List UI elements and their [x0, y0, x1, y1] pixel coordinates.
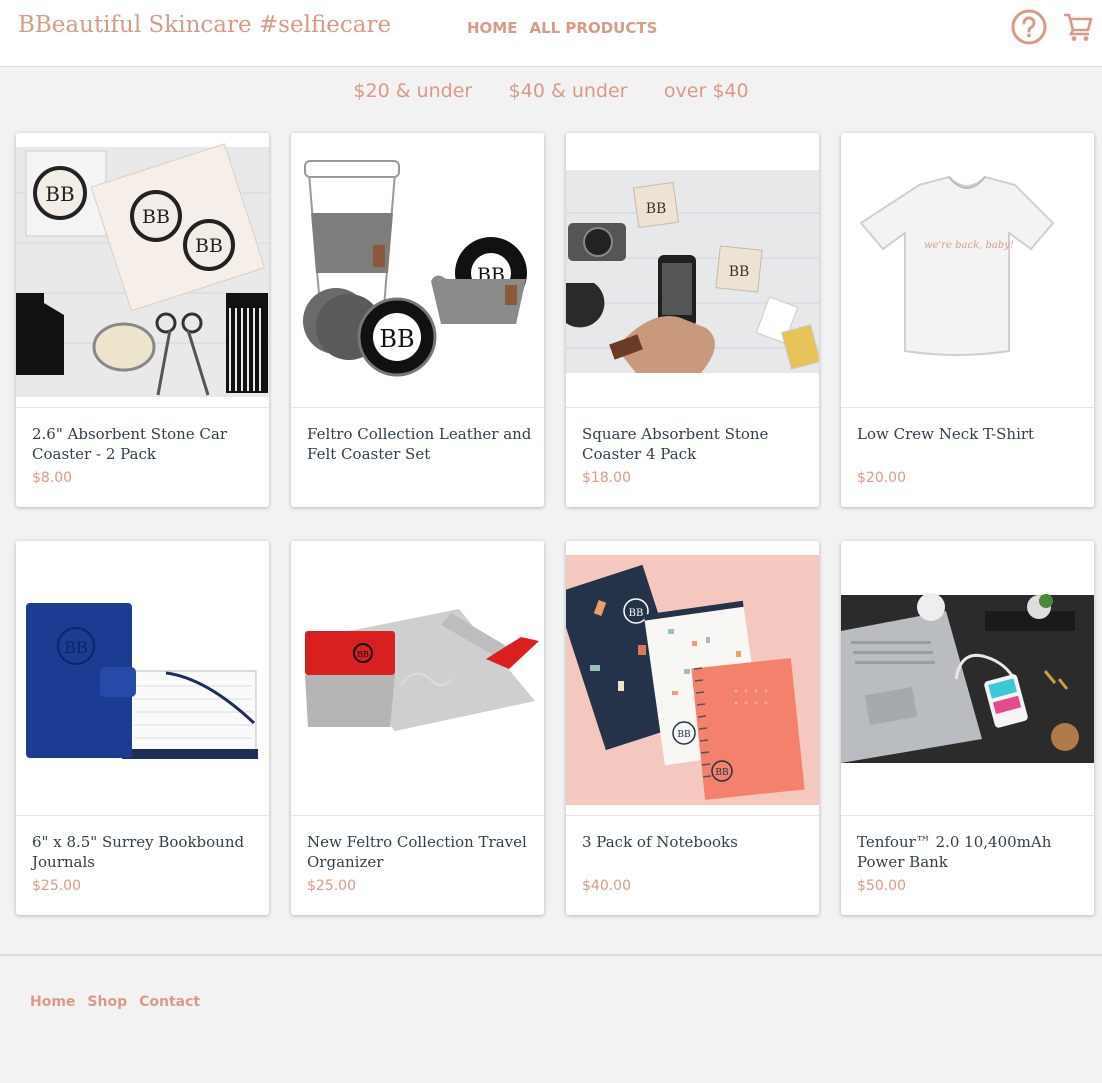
help-circle-icon[interactable] [1011, 9, 1047, 45]
product-image-car-coaster[interactable]: BB BB BB [16, 133, 269, 408]
svg-text:we're back, baby!: we're back, baby! [924, 240, 1014, 251]
svg-text:BB: BB [379, 325, 414, 353]
product-card[interactable]: BB BB Feltro Collection Leather and Felt… [291, 133, 544, 507]
product-title[interactable]: Tenfour™ 2.0 10,400mAh Power Bank [857, 832, 1082, 872]
product-title[interactable]: Low Crew Neck T-Shirt [857, 424, 1082, 444]
svg-text:BB: BB [629, 608, 644, 619]
product-card[interactable]: BB BB BB 3 Pack of Notebooks $40.00 [566, 541, 819, 915]
product-price: $25.00 [307, 878, 356, 894]
svg-text:BB: BB [715, 768, 729, 778]
product-card[interactable]: BB New Feltro Collection Travel Organize… [291, 541, 544, 915]
product-image-power-bank[interactable] [841, 541, 1094, 816]
product-price: $25.00 [32, 878, 81, 894]
svg-text:BB: BB [677, 730, 691, 740]
product-title[interactable]: Feltro Collection Leather and Felt Coast… [307, 424, 532, 464]
product-card[interactable]: BB BB BB 2.6" Absorbent Stone Car Coaste… [16, 133, 269, 507]
site-header: BBeautiful Skincare #selfiecare HOME ALL… [0, 0, 1102, 67]
svg-text:BB: BB [45, 182, 74, 206]
product-image-square-coaster[interactable]: BB BB [566, 133, 819, 408]
product-image-journal[interactable]: BB [16, 541, 269, 816]
product-card[interactable]: we're back, baby! Low Crew Neck T-Shirt … [841, 133, 1094, 507]
product-image-travel-organizer[interactable]: BB [291, 541, 544, 816]
footer-contact-link[interactable]: Contact [139, 994, 200, 1010]
product-title[interactable]: 6" x 8.5" Surrey Bookbound Journals [32, 832, 257, 872]
svg-text:BB: BB [729, 264, 750, 280]
product-title[interactable]: 2.6" Absorbent Stone Car Coaster - 2 Pac… [32, 424, 257, 464]
product-price: $18.00 [582, 470, 631, 486]
brand-logo[interactable]: BBeautiful Skincare #selfiecare [18, 12, 391, 38]
product-title[interactable]: New Feltro Collection Travel Organizer [307, 832, 532, 872]
footer-home-link[interactable]: Home [30, 994, 75, 1010]
shopping-cart-icon[interactable] [1062, 11, 1094, 43]
main-nav: HOME ALL PRODUCTS [467, 19, 657, 37]
product-card[interactable]: BB 6" x 8.5" Surrey Bookbound Journals $… [16, 541, 269, 915]
svg-text:BB: BB [64, 638, 88, 657]
svg-text:BB: BB [142, 206, 170, 228]
nav-all-products-link[interactable]: ALL PRODUCTS [529, 19, 657, 37]
svg-text:BB: BB [195, 235, 223, 257]
product-price: $20.00 [857, 470, 906, 486]
product-card[interactable]: BB BB Square Absorbent Stone Coaster 4 P… [566, 133, 819, 507]
svg-text:BB: BB [646, 201, 667, 217]
product-title[interactable]: 3 Pack of Notebooks [582, 832, 807, 852]
nav-home-link[interactable]: HOME [467, 19, 517, 37]
svg-text:BB: BB [357, 650, 369, 659]
site-footer: Home Shop Contact [0, 954, 1102, 1083]
product-title[interactable]: Square Absorbent Stone Coaster 4 Pack [582, 424, 807, 464]
product-image-notebooks[interactable]: BB BB BB [566, 541, 819, 816]
product-image-tshirt[interactable]: we're back, baby! [841, 133, 1094, 408]
product-image-felt-coaster-set[interactable]: BB BB [291, 133, 544, 408]
product-price: $40.00 [582, 878, 631, 894]
footer-links: Home Shop Contact [30, 994, 200, 1010]
filter-20-under[interactable]: $20 & under [353, 80, 472, 102]
filter-40-under[interactable]: $40 & under [509, 80, 628, 102]
product-price: $50.00 [857, 878, 906, 894]
product-card[interactable]: Tenfour™ 2.0 10,400mAh Power Bank $50.00 [841, 541, 1094, 915]
filter-over-40[interactable]: over $40 [664, 80, 749, 102]
footer-shop-link[interactable]: Shop [87, 994, 127, 1010]
product-price: $8.00 [32, 470, 73, 486]
price-filters: $20 & under $40 & under over $40 [0, 80, 1102, 102]
